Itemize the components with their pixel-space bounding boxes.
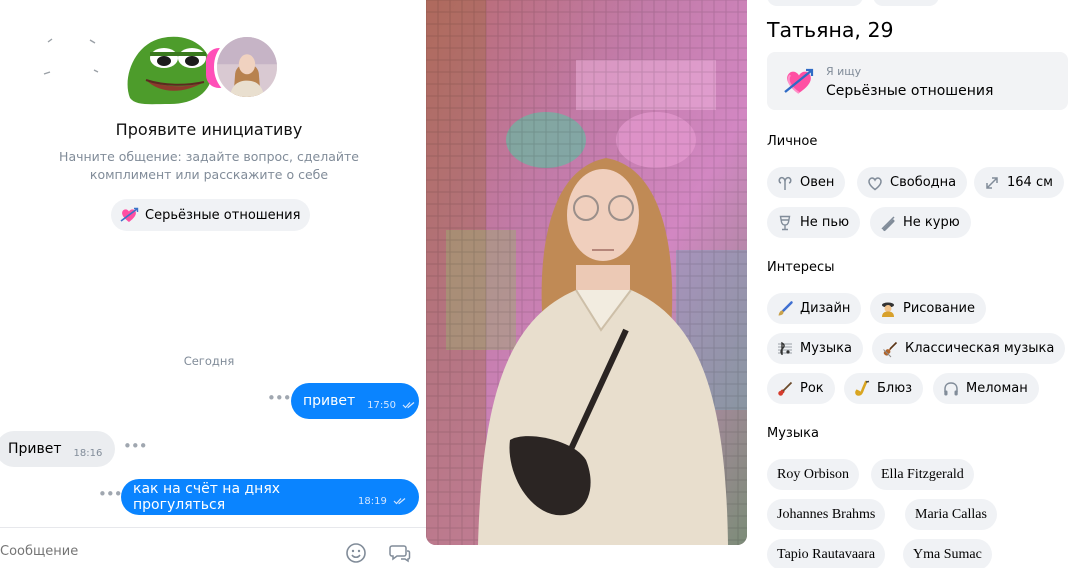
pepe-frog-avatar <box>127 36 212 105</box>
blank-avatar <box>38 34 102 82</box>
chip-label: Блюз <box>877 381 913 396</box>
interests-heading: Интересы <box>767 260 835 275</box>
interest-chip-drawing: Рисование <box>870 293 986 324</box>
personal-chip-smoking: Не курю <box>870 207 971 238</box>
initiative-title: Проявите инициативу <box>115 120 303 139</box>
chip-label: Дизайн <box>800 301 851 316</box>
personal-chip-zodiac: Овен <box>767 167 846 198</box>
music-chip: Maria Callas <box>905 499 997 530</box>
music-heading: Музыка <box>767 426 819 441</box>
music-chip: Ella Fitzgerald <box>871 459 974 490</box>
personal-heading: Личное <box>767 134 818 149</box>
seeking-label: Я ищу <box>826 65 862 78</box>
composer-divider <box>0 527 426 528</box>
message-time: 17:50 <box>367 400 416 411</box>
heart-arrow-icon <box>784 68 814 94</box>
height-icon <box>986 176 998 189</box>
violin-icon <box>883 341 898 357</box>
interest-chip-classical: Классическая музыка <box>872 333 1066 364</box>
message-actions-icon[interactable]: ••• <box>123 437 148 455</box>
message-text: Привет <box>8 441 62 457</box>
message-input[interactable] <box>0 544 200 559</box>
chip-label: Рисование <box>903 301 975 316</box>
chip-label: Рок <box>800 381 824 396</box>
music-chip: Roy Orbison <box>767 459 859 490</box>
emoji-icon[interactable] <box>345 542 367 564</box>
chip-label: 164 см <box>1007 175 1053 190</box>
interest-chip-blues: Блюз <box>844 373 924 404</box>
message-time: 18:19 <box>358 496 407 507</box>
initiative-subtitle: Начните общение: задайте вопрос, сделайт… <box>59 149 359 182</box>
guitar-icon <box>778 381 793 396</box>
music-notes-icon <box>778 341 792 355</box>
chip-label: Свободна <box>890 175 957 190</box>
match-avatars <box>38 28 288 112</box>
chat-panel: Проявите инициативу Начните общение: зад… <box>0 0 426 568</box>
message-bubble-out[interactable]: привет 17:50 <box>291 383 419 419</box>
profile-photo[interactable] <box>426 0 747 545</box>
personal-chip-status: Свободна <box>857 167 968 198</box>
aries-icon <box>778 176 792 190</box>
heart-outline-icon <box>868 176 882 190</box>
no-smoking-icon <box>881 215 895 231</box>
seeking-card: Я ищу Серьёзные отношения <box>767 52 1068 110</box>
chip-label: Классическая музыка <box>905 341 1055 356</box>
chip-label: Не пью <box>800 215 850 230</box>
day-separator: Сегодня <box>183 354 235 368</box>
seeking-chip-label: Серьёзные отношения <box>145 207 301 223</box>
interest-chip-melomane: Меломан <box>933 373 1039 404</box>
status-chip <box>767 0 863 6</box>
music-chip: Johannes Brahms <box>767 499 886 530</box>
interest-chip-design: Дизайн <box>767 293 862 324</box>
chat-bubbles-icon[interactable] <box>389 542 411 564</box>
message-actions-icon[interactable]: ••• <box>98 485 123 503</box>
interest-chip-rock: Рок <box>767 373 835 404</box>
city-chip <box>873 0 939 6</box>
chip-label: Музыка <box>800 341 852 356</box>
read-ticks-icon <box>402 401 415 408</box>
message-time: 18:16 <box>73 447 103 459</box>
artist-icon <box>882 302 894 317</box>
seeking-value: Серьёзные отношения <box>826 83 994 99</box>
profile-panel: Татьяна, 29 Я ищу Серьёзные отношения Ли… <box>767 0 1080 568</box>
message-text: как на счёт на днях прогуляться <box>133 481 281 513</box>
chip-label: Овен <box>800 175 835 190</box>
photo-image <box>426 0 747 545</box>
saxophone-icon <box>855 380 870 396</box>
wine-glass-icon <box>779 215 791 230</box>
message-text: привет <box>303 393 356 409</box>
personal-chip-height: 164 см <box>974 167 1064 198</box>
music-chip: Tapio Rautavaara <box>767 539 886 568</box>
seeking-chip[interactable]: Серьёзные отношения <box>111 199 311 231</box>
chip-label: Меломан <box>966 381 1028 396</box>
message-bubble-out[interactable]: как на счёт на днях прогуляться 18:19 <box>121 479 419 515</box>
profile-name: Татьяна, 29 <box>767 18 894 42</box>
personal-chip-drinking: Не пью <box>767 207 861 238</box>
music-chip: Yma Sumac <box>903 539 992 568</box>
message-actions-icon[interactable]: ••• <box>267 389 292 407</box>
paintbrush-icon <box>778 300 793 315</box>
chip-label: Не курю <box>903 215 960 230</box>
user-avatar <box>214 34 280 100</box>
read-ticks-icon <box>393 497 406 504</box>
message-bubble-in[interactable]: Привет 18:16 <box>0 431 115 467</box>
interest-chip-music: Музыка <box>767 333 863 364</box>
heart-arrow-icon <box>120 207 139 222</box>
headphones-icon <box>944 381 958 395</box>
